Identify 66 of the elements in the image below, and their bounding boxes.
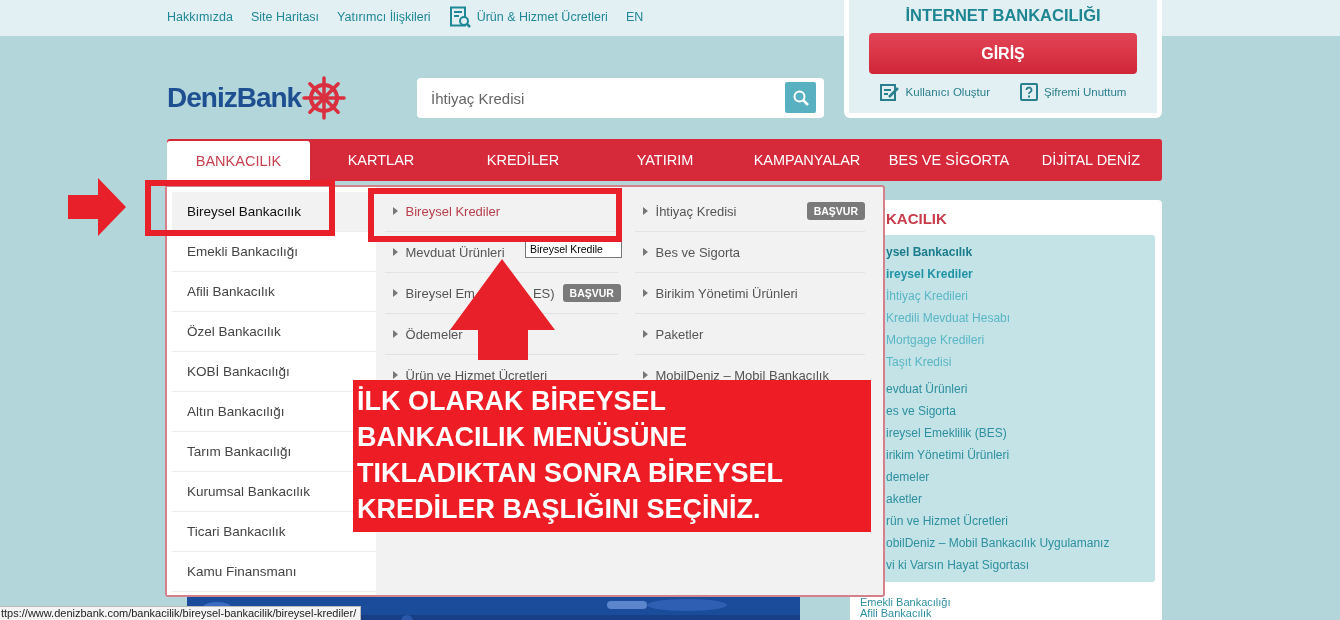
top-link[interactable]: Hakkımızda: [167, 10, 233, 24]
sidebar-link[interactable]: vi ki Varsın Hayat Sigortası: [886, 554, 1155, 576]
tooltip: Bireysel Kredile: [525, 242, 622, 258]
caret-icon: [392, 330, 398, 338]
menu-item[interactable]: Ödemeler: [405, 326, 463, 342]
menu-item[interactable]: Ürün ve Hizmet Ücretleri: [405, 367, 548, 383]
caret-icon: [392, 207, 398, 215]
category-item[interactable]: Bireysel Bankacılık: [172, 192, 376, 231]
sidebar-link[interactable]: ireysel Krediler: [886, 263, 1155, 285]
top-link[interactable]: Ürün & Hizmet Ücretleri: [476, 10, 608, 24]
caret-icon: [392, 289, 398, 297]
sidebar-link[interactable]: Emekli Bankacılığı: [860, 597, 1155, 608]
sidebar-link[interactable]: Afili Bankacılık: [860, 608, 1155, 619]
sidebar-link[interactable]: ireysel Emeklilik (BES): [886, 422, 1155, 444]
sidebar-link[interactable]: aketler: [886, 488, 1155, 510]
nav-tab[interactable]: KAMPANYALAR: [736, 139, 878, 181]
sidebar-link[interactable]: demeler: [886, 466, 1155, 488]
nav-tab[interactable]: YATIRIM: [594, 139, 736, 181]
menu-item[interactable]: ES): [532, 285, 555, 301]
menu-item[interactable]: MobilDeniz – Mobil Bankacılık: [655, 367, 829, 383]
sidebar-link[interactable]: es ve Sigorta: [886, 400, 1155, 422]
apply-badge[interactable]: BAŞVUR: [562, 284, 621, 302]
sidebar-title: KACILIK: [885, 209, 948, 229]
nav-tab[interactable]: BES VE SİGORTA: [878, 139, 1020, 181]
sidebar-link[interactable]: rün ve Hizmet Ücretleri: [886, 510, 1155, 532]
nav-tab[interactable]: KREDİLER: [452, 139, 594, 181]
menu-item[interactable]: Birikim Yönetimi Ürünleri: [655, 285, 798, 301]
caret-icon: [392, 248, 398, 256]
menu-item[interactable]: Bireysel Em: [405, 285, 475, 301]
document-search-icon: [448, 6, 471, 28]
ship-wheel-icon: [302, 76, 347, 120]
search-icon: [792, 89, 809, 106]
login-button[interactable]: GİRİŞ: [869, 33, 1137, 74]
right-arrow-icon: [68, 178, 126, 236]
top-link[interactable]: EN: [625, 10, 644, 24]
top-link[interactable]: Site Haritası: [251, 10, 320, 24]
apply-badge[interactable]: BAŞVUR: [806, 202, 865, 220]
login-title: İNTERNET BANKACILIĞI: [905, 6, 1101, 25]
logo-text[interactable]: DenizBank: [167, 82, 302, 114]
caret-icon: [642, 248, 648, 256]
menu-item[interactable]: Mevduat Ürünleri: [405, 244, 505, 260]
menu-item[interactable]: Paketler: [655, 326, 704, 342]
top-link[interactable]: Yatırımcı İlişkileri: [337, 10, 431, 24]
sidebar-link[interactable]: obilDeniz – Mobil Bankacılık Uygulamanız: [886, 532, 1155, 554]
menu-item[interactable]: Bireysel Krediler: [405, 203, 501, 219]
edit-icon: [879, 83, 900, 101]
nav-tab[interactable]: KARTLAR: [310, 139, 452, 181]
caret-icon: [642, 330, 648, 338]
caret-icon: [642, 289, 648, 297]
sidebar-link[interactable]: ysel Bankacılık: [886, 241, 1155, 263]
help-icon: [1019, 83, 1038, 101]
search-field[interactable]: İhtiyaç Kredisi: [417, 78, 824, 118]
menu-item[interactable]: İhtiyaç Kredisi: [655, 203, 737, 219]
login-link[interactable]: Kullanıcı Oluştur: [905, 86, 990, 98]
search-button[interactable]: [785, 82, 816, 113]
nav-tab[interactable]: DİJİTAL DENİZ: [1020, 139, 1162, 181]
caret-icon: [392, 371, 398, 379]
status-url: ttps://www.denizbank.com/bankacilik/bireysel-bankacilik/bireysel-krediler/: [0, 606, 362, 620]
instruction-text: İLK OLARAK BİREYSEL BANKACILIK MENÜSÜNE TIKLADIKTAN SONRA BİREYSEL KREDİLER BAŞLIĞINI SEÇİNİZ.: [353, 380, 871, 532]
sidebar-link[interactable]: irikim Yönetimi Ürünleri: [886, 444, 1155, 466]
caret-icon: [642, 207, 648, 215]
nav-tab[interactable]: BANKACILIK: [167, 141, 310, 181]
menu-item[interactable]: Bes ve Sigorta: [655, 244, 741, 260]
sidebar-link[interactable]: evduat Ürünleri: [886, 378, 1155, 400]
login-link[interactable]: Şifremi Unuttum: [1043, 86, 1127, 98]
caret-icon: [642, 371, 648, 379]
